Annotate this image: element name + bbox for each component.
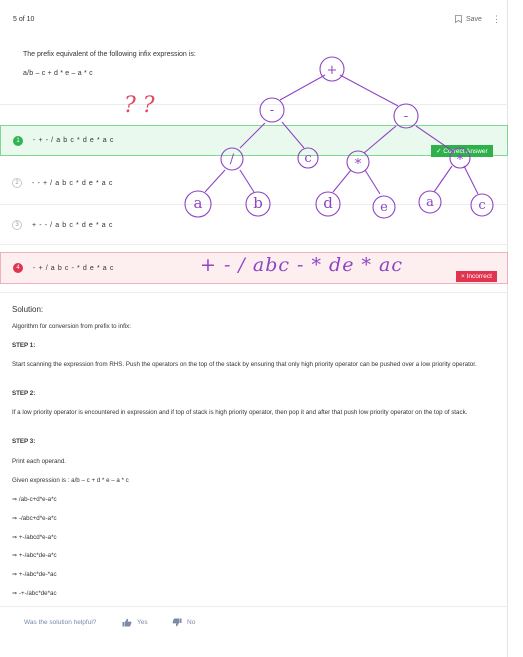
divider xyxy=(0,244,508,245)
step2-text: If a low priority operator is encountere… xyxy=(12,409,468,416)
thumbs-down-icon xyxy=(172,618,182,627)
conversion-step: ⇒ +-/abc*de-a*c xyxy=(12,552,57,559)
more-options-icon[interactable]: ⋮ xyxy=(492,14,501,25)
step2-title: STEP 2: xyxy=(12,390,36,397)
option-label: - + / a b c - * d e * a c xyxy=(33,264,114,272)
divider xyxy=(0,104,508,105)
conversion-step: ⇒ -+-/abc*de*ac xyxy=(12,590,57,597)
divider xyxy=(0,204,508,205)
solution-intro: Algorithm for conversion from prefix to … xyxy=(12,323,131,330)
option-2[interactable]: 2 - - + / a b c * d e * a c xyxy=(0,170,508,196)
step1-title: STEP 1: xyxy=(12,342,36,349)
helpful-question: Was the solution helpful? xyxy=(24,619,97,626)
divider xyxy=(0,292,508,293)
step1-text: Start scanning the expression from RHS. … xyxy=(12,361,477,368)
option-4[interactable]: 4 - + / a b c - * d e * a c xyxy=(0,252,508,284)
solution-title: Solution: xyxy=(12,305,44,314)
divider xyxy=(0,606,508,607)
step3-text: Print each operand. xyxy=(12,458,67,465)
option-number: 1 xyxy=(13,135,23,146)
no-label: No xyxy=(187,619,196,626)
conversion-step: ⇒ +-/abc*de-*ac xyxy=(12,571,57,578)
question-expression: a/b – c + d * e – a * c xyxy=(23,70,93,77)
thumbs-up-icon xyxy=(122,618,132,627)
incorrect-badge: × Incorrect xyxy=(456,271,497,282)
bookmark-icon xyxy=(455,15,462,23)
no-button[interactable]: No xyxy=(172,618,195,627)
conversion-step: ⇒ /ab-c+d*e-a*c xyxy=(12,496,57,503)
option-label: - - + / a b c * d e * a c xyxy=(32,179,113,187)
save-button[interactable]: Save xyxy=(455,15,482,23)
option-number: 4 xyxy=(13,263,23,273)
given-expression: Given expression is : a/b – c + d * e – … xyxy=(12,477,129,484)
step3-title: STEP 3: xyxy=(12,438,36,445)
question-text: The prefix equivalent of the following i… xyxy=(23,51,196,58)
conversion-step: ⇒ +-/abcd*e-a*c xyxy=(12,534,57,541)
conversion-step: ⇒ -/abc+d*e-a*c xyxy=(12,515,57,522)
option-number: 3 xyxy=(12,220,22,230)
correct-answer-badge: ✓ Correct Answer xyxy=(431,145,493,157)
yes-button[interactable]: Yes xyxy=(122,618,148,627)
save-label: Save xyxy=(466,15,482,23)
yes-label: Yes xyxy=(137,619,148,626)
question-counter: 5 of 10 xyxy=(13,16,35,23)
option-number: 2 xyxy=(12,178,22,188)
option-label: + - - / a b c * d e * a c xyxy=(32,221,113,229)
option-label: - + - / a b c * d e * a c xyxy=(33,137,114,144)
option-3[interactable]: 3 + - - / a b c * d e * a c xyxy=(0,212,508,238)
